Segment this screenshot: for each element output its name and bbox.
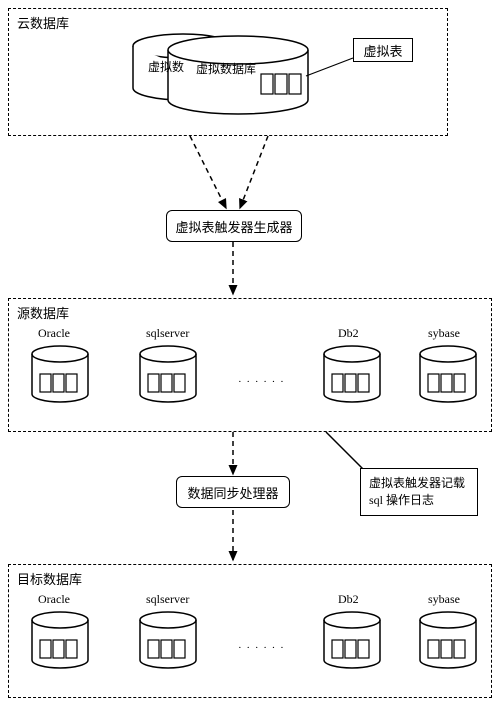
- source-db-label-0: Oracle: [38, 326, 70, 341]
- target-db-cylinder-2: [320, 610, 384, 674]
- source-db-cylinder-2: [320, 344, 384, 408]
- annotation-box: 虚拟表触发器记载 sql 操作日志: [360, 468, 478, 516]
- source-db-cylinder-1: [136, 344, 200, 408]
- target-db-cylinder-3: [416, 610, 480, 674]
- source-db-label-1: sqlserver: [146, 326, 189, 341]
- target-db-title: 目标数据库: [17, 569, 82, 588]
- target-db-label-3: sybase: [428, 592, 460, 607]
- virtual-table-label: 虚拟表: [353, 38, 413, 62]
- target-db-cylinder-1: [136, 610, 200, 674]
- source-db-label-2: Db2: [338, 326, 359, 341]
- cloud-db-title: 云数据库: [17, 13, 69, 32]
- architecture-diagram: 云数据库: [8, 8, 492, 698]
- arrow-cloud-to-generator-left: [190, 136, 226, 208]
- source-db-title: 源数据库: [17, 303, 69, 322]
- target-db-label-0: Oracle: [38, 592, 70, 607]
- target-db-label-2: Db2: [338, 592, 359, 607]
- source-db-cylinder-0: [28, 344, 92, 408]
- arrow-cloud-to-generator-right: [240, 136, 268, 208]
- generator-box: 虚拟表触发器生成器: [166, 210, 302, 242]
- sync-processor-box: 数据同步处理器: [176, 476, 290, 508]
- target-ellipsis: · · · · · ·: [238, 642, 285, 654]
- target-db-cylinder-0: [28, 610, 92, 674]
- virtual-db-back-label: 虚拟数: [148, 58, 184, 75]
- source-db-label-3: sybase: [428, 326, 460, 341]
- source-db-cylinder-3: [416, 344, 480, 408]
- source-ellipsis: · · · · · ·: [238, 376, 285, 388]
- target-db-label-1: sqlserver: [146, 592, 189, 607]
- virtual-db-front-label: 虚拟数据库: [196, 60, 256, 77]
